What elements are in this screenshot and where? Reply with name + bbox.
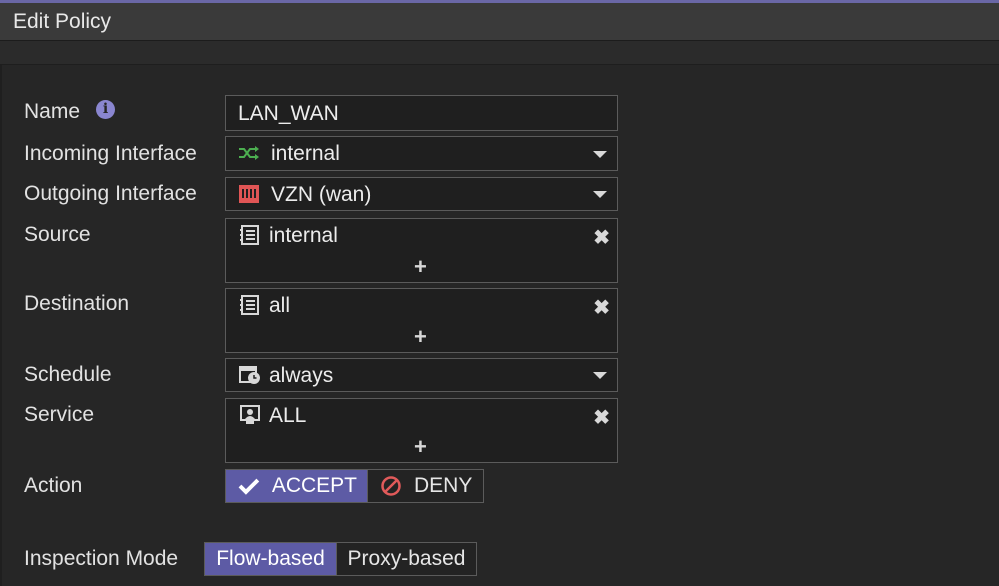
remove-destination-button[interactable]: ✖ (593, 295, 610, 320)
checkmark-icon (238, 478, 260, 495)
action-label: Action (24, 474, 83, 497)
remove-source-button[interactable]: ✖ (593, 225, 610, 250)
wan-port-icon (239, 185, 259, 203)
page-title: Edit Policy (13, 10, 112, 33)
outgoing-interface-value: VZN (wan) (271, 183, 372, 206)
deny-option[interactable]: DENY (367, 470, 483, 502)
interface-shuffle-icon (239, 146, 259, 160)
service-label: Service (24, 403, 95, 426)
schedule-value: always (269, 364, 334, 387)
name-input[interactable]: LAN_WAN (225, 95, 618, 131)
incoming-interface-label: Incoming Interface (24, 142, 197, 165)
destination-field[interactable]: all ✖ + (225, 288, 618, 353)
add-destination-button[interactable]: + (414, 324, 427, 350)
chevron-down-icon (593, 191, 607, 198)
deny-icon (381, 476, 401, 496)
title-bar: Edit Policy (0, 3, 999, 41)
flow-based-label: Flow-based (216, 547, 325, 570)
source-entry: internal (269, 224, 338, 247)
add-source-button[interactable]: + (414, 254, 427, 280)
service-field[interactable]: ALL ✖ + (225, 398, 618, 463)
name-value: LAN_WAN (238, 102, 339, 125)
service-entry: ALL (269, 404, 307, 427)
source-field[interactable]: internal ✖ + (225, 218, 618, 283)
info-icon[interactable]: i (96, 100, 115, 119)
incoming-interface-select[interactable]: internal (225, 136, 618, 171)
outgoing-interface-select[interactable]: VZN (wan) (225, 177, 618, 211)
inspection-mode-label: Inspection Mode (24, 547, 179, 570)
proxy-based-option[interactable]: Proxy-based (336, 543, 476, 575)
accept-label: ACCEPT (271, 474, 357, 497)
schedule-label: Schedule (24, 363, 112, 386)
destination-entry: all (269, 294, 291, 317)
destination-label: Destination (24, 292, 130, 315)
schedule-select[interactable]: always (225, 358, 618, 392)
accept-option[interactable]: ACCEPT (226, 470, 367, 502)
inspection-mode-toggle: Flow-based Proxy-based (204, 542, 477, 576)
address-book-icon (240, 295, 259, 315)
chevron-down-icon (593, 372, 607, 379)
action-toggle: ACCEPT DENY (225, 469, 484, 503)
calendar-clock-icon (239, 366, 260, 384)
name-label: Name (24, 100, 81, 123)
deny-label: DENY (414, 474, 473, 497)
address-book-icon (240, 225, 259, 245)
chevron-down-icon (593, 151, 607, 158)
service-monitor-icon (240, 405, 260, 424)
flow-based-option[interactable]: Flow-based (205, 543, 336, 575)
proxy-based-label: Proxy-based (347, 547, 466, 570)
add-service-button[interactable]: + (414, 434, 427, 460)
source-label: Source (24, 223, 91, 246)
incoming-interface-value: internal (271, 142, 340, 165)
remove-service-button[interactable]: ✖ (593, 405, 610, 430)
outgoing-interface-label: Outgoing Interface (24, 182, 197, 205)
